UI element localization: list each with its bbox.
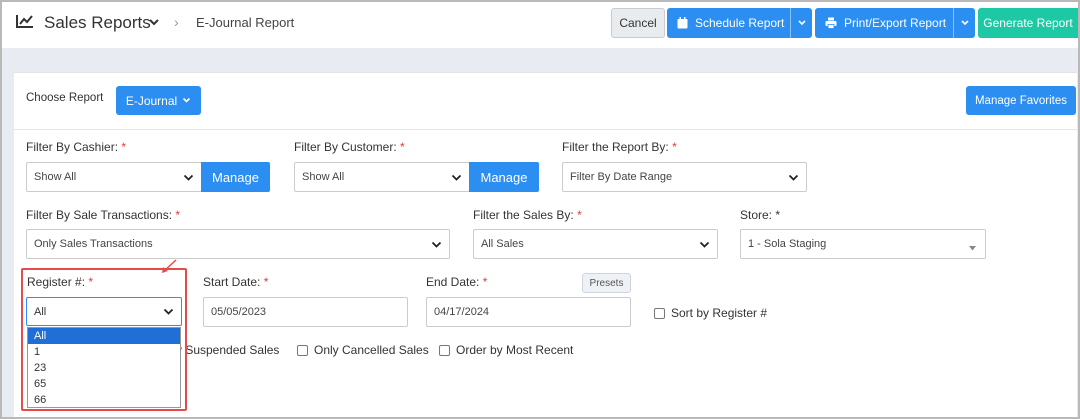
suspended-sales-checkbox[interactable]: y Suspended Sales (176, 343, 279, 357)
annotation-highlight-box (21, 268, 187, 411)
chevron-down-icon (431, 240, 442, 252)
divider (14, 129, 1077, 130)
breadcrumb-separator-icon: › (174, 14, 179, 30)
sort-by-register-label: Sort by Register # (671, 306, 768, 320)
print-export-label: Print/Export Report (844, 16, 947, 30)
chevron-down-icon (451, 173, 462, 185)
start-date-value: 05/05/2023 (211, 306, 267, 318)
sale-transactions-select[interactable]: Only Sales Transactions (26, 229, 450, 259)
store-value: 1 - Sola Staging (748, 238, 827, 250)
start-date-input[interactable]: 05/05/2023 (203, 297, 408, 327)
choose-report-label: Choose Report (26, 92, 104, 104)
suspended-sales-label: y Suspended Sales (176, 343, 280, 357)
manage-customer-button[interactable]: Manage (469, 162, 539, 192)
store-select[interactable]: 1 - Sola Staging (740, 229, 986, 259)
cashier-select[interactable]: Show All (26, 162, 202, 192)
sales-by-value: All Sales (481, 238, 524, 250)
checkbox-box (439, 344, 450, 356)
schedule-report-label: Schedule Report (695, 16, 785, 30)
store-label: Store: * (740, 208, 781, 222)
generate-report-button[interactable]: Generate Report (978, 8, 1078, 38)
cashier-filter-label: Filter By Cashier: * (26, 140, 127, 154)
cancel-button[interactable]: Cancel (611, 8, 665, 38)
sale-transactions-value: Only Sales Transactions (34, 238, 153, 250)
printer-icon (825, 17, 837, 29)
checkbox-box (654, 307, 665, 319)
breadcrumb: E-Journal Report (196, 15, 295, 30)
end-date-value: 04/17/2024 (434, 306, 490, 318)
customer-select-value: Show All (302, 171, 345, 183)
page-title: Sales Reports (44, 13, 151, 32)
chevron-down-icon[interactable] (790, 8, 812, 38)
report-type-label: E-Journal (125, 93, 178, 108)
report-by-select[interactable]: Filter By Date Range (562, 162, 807, 192)
end-date-input[interactable]: 04/17/2024 (426, 297, 631, 327)
report-type-button[interactable]: E-Journal (116, 86, 201, 115)
customer-filter-label: Filter By Customer: * (294, 140, 405, 154)
presets-button[interactable]: Presets (582, 273, 631, 293)
sales-by-label: Filter the Sales By: * (473, 208, 582, 222)
chevron-down-icon[interactable] (953, 8, 975, 38)
end-date-label: End Date: * (426, 275, 488, 289)
cancelled-sales-checkbox[interactable]: Only Cancelled Sales (297, 343, 429, 357)
calendar-icon (677, 17, 688, 29)
customer-select[interactable]: Show All (294, 162, 470, 192)
order-recent-checkbox[interactable]: Order by Most Recent (439, 343, 573, 357)
caret-down-icon (969, 242, 976, 254)
print-export-button[interactable]: Print/Export Report (815, 8, 975, 38)
cancelled-sales-label: Only Cancelled Sales (314, 343, 429, 357)
schedule-report-button[interactable]: Schedule Report (667, 8, 812, 38)
checkbox-box (297, 344, 308, 356)
chevron-down-icon[interactable] (148, 16, 160, 30)
chart-line-icon (16, 14, 34, 31)
report-by-value: Filter By Date Range (570, 171, 673, 183)
chevron-down-icon (699, 240, 710, 252)
chevron-down-icon (182, 97, 191, 104)
chevron-down-icon (183, 173, 194, 185)
annotation-arrow-icon (162, 259, 177, 273)
manage-favorites-button[interactable]: Manage Favorites (966, 86, 1076, 115)
sales-by-select[interactable]: All Sales (473, 229, 718, 259)
report-by-label: Filter the Report By: * (562, 140, 677, 154)
chevron-down-icon (788, 173, 799, 185)
sale-transactions-label: Filter By Sale Transactions: * (26, 208, 181, 222)
sort-by-register-checkbox[interactable]: Sort by Register # (654, 306, 767, 320)
cashier-select-value: Show All (34, 171, 77, 183)
start-date-label: Start Date: * (203, 275, 269, 289)
manage-cashier-button[interactable]: Manage (201, 162, 270, 192)
order-recent-label: Order by Most Recent (456, 343, 574, 357)
